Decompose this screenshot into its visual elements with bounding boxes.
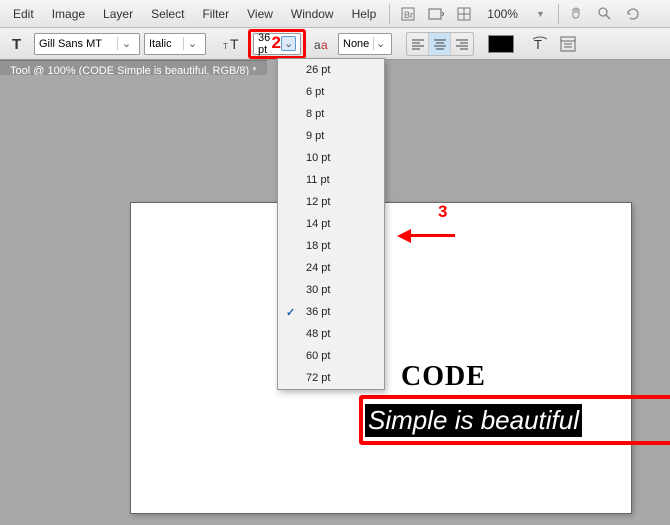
zoom-tool-icon[interactable] — [592, 3, 618, 25]
svg-text:T: T — [12, 36, 21, 52]
font-size-option[interactable]: 9 pt — [278, 125, 384, 147]
text-align-group — [406, 32, 474, 56]
annotation-box-1: Simple is beautiful — [359, 395, 670, 445]
font-size-dropdown[interactable]: 26 pt6 pt8 pt9 pt10 pt11 pt12 pt14 pt18 … — [277, 58, 385, 390]
selected-text-layer[interactable]: Simple is beautiful — [365, 404, 582, 437]
rotate-view-icon[interactable] — [620, 3, 646, 25]
align-right-button[interactable] — [451, 33, 473, 55]
menu-filter[interactable]: Filter — [193, 4, 238, 24]
annotation-2: 2 — [272, 33, 281, 53]
chevron-down-icon: ⌄ — [281, 36, 296, 51]
hand-tool-icon[interactable] — [564, 3, 590, 25]
text-layer-code[interactable]: CODE — [401, 361, 486, 393]
font-size-option[interactable]: 30 pt — [278, 279, 384, 301]
annotation-3: 3 — [438, 202, 447, 222]
font-size-option[interactable]: 12 pt — [278, 191, 384, 213]
menu-bar: Edit Image Layer Select Filter View Wind… — [0, 0, 670, 28]
chevron-down-icon: ⌄ — [117, 37, 135, 50]
annotation-arrow-3 — [397, 227, 455, 245]
bridge-icon[interactable]: Br — [395, 3, 421, 25]
font-style-value: Italic — [149, 38, 172, 50]
menu-window[interactable]: Window — [282, 4, 343, 24]
warp-text-icon[interactable]: T — [528, 32, 552, 56]
menu-view[interactable]: View — [238, 4, 282, 24]
menu-edit[interactable]: Edit — [4, 4, 43, 24]
chevron-down-icon: ⌄ — [183, 37, 201, 50]
font-size-option[interactable]: 72 pt — [278, 367, 384, 389]
font-size-option[interactable]: 11 pt — [278, 169, 384, 191]
align-center-button[interactable] — [429, 33, 451, 55]
align-left-button[interactable] — [407, 33, 429, 55]
font-size-option[interactable]: 60 pt — [278, 345, 384, 367]
font-size-group: 36 pt ⌄ 2 — [248, 29, 306, 59]
svg-text:T: T — [223, 42, 228, 51]
font-size-option[interactable]: 8 pt — [278, 103, 384, 125]
menu-image[interactable]: Image — [43, 4, 94, 24]
menu-layer[interactable]: Layer — [94, 4, 142, 24]
zoom-level[interactable]: 100% — [478, 4, 527, 24]
font-size-icon: TT — [220, 32, 244, 56]
font-size-option[interactable]: 6 pt — [278, 81, 384, 103]
font-size-option[interactable]: 26 pt — [278, 59, 384, 81]
anti-alias-icon: aa — [310, 32, 334, 56]
font-size-option[interactable]: 48 pt — [278, 323, 384, 345]
font-size-option[interactable]: 36 pt — [278, 301, 384, 323]
font-style-select[interactable]: Italic ⌄ — [144, 33, 206, 55]
menu-select[interactable]: Select — [142, 4, 193, 24]
menu-help[interactable]: Help — [343, 4, 386, 24]
font-family-select[interactable]: Gill Sans MT ⌄ — [34, 33, 140, 55]
anti-alias-select[interactable]: None ⌄ — [338, 33, 392, 55]
font-size-option[interactable]: 18 pt — [278, 235, 384, 257]
font-size-option[interactable]: 10 pt — [278, 147, 384, 169]
screen-mode-icon[interactable] — [423, 3, 449, 25]
font-size-option[interactable]: 14 pt — [278, 213, 384, 235]
svg-text:a: a — [314, 38, 321, 52]
font-size-option[interactable]: 24 pt — [278, 257, 384, 279]
anti-alias-value: None — [343, 38, 369, 50]
text-color-swatch[interactable] — [488, 35, 514, 53]
options-bar: T Gill Sans MT ⌄ Italic ⌄ TT 36 pt ⌄ 2 a… — [0, 28, 670, 60]
svg-text:a: a — [321, 38, 328, 52]
chevron-down-icon: ⌄ — [373, 37, 387, 50]
svg-text:T: T — [534, 37, 542, 52]
text-tool-icon[interactable]: T — [6, 32, 30, 56]
grid-icon[interactable] — [451, 3, 477, 25]
character-panel-icon[interactable] — [556, 32, 580, 56]
svg-text:T: T — [230, 36, 239, 52]
svg-text:Br: Br — [404, 10, 413, 20]
font-family-value: Gill Sans MT — [39, 38, 102, 50]
